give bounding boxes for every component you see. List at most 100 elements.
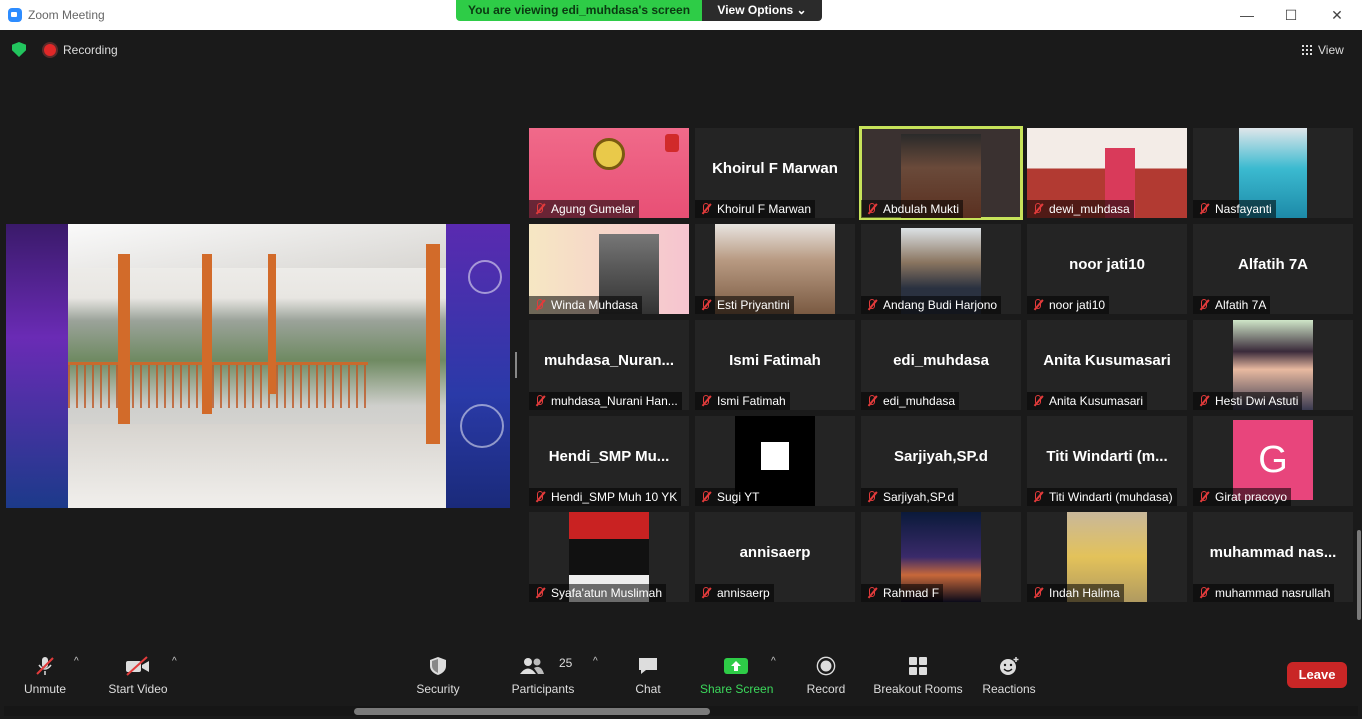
participant-display-name: muhammad nas... bbox=[1209, 544, 1337, 561]
share-screen-button[interactable]: Share Screen bbox=[700, 646, 773, 702]
participant-name-label: Anita Kusumasari bbox=[1027, 392, 1148, 410]
participant-name-label: Hendi_SMP Muh 10 YK bbox=[529, 488, 682, 506]
participant-name-label: Syafa'atun Muslimah bbox=[529, 584, 667, 602]
shared-screen-left-panel bbox=[6, 224, 68, 508]
participant-tile[interactable]: Indah Halima bbox=[1027, 512, 1187, 602]
participant-tile[interactable]: Ismi Fatimah Ismi Fatimah bbox=[695, 320, 855, 410]
participant-display-name: Titi Windarti (m... bbox=[1046, 448, 1168, 465]
participant-tile[interactable]: Khoirul F Marwan Khoirul F Marwan bbox=[695, 128, 855, 218]
participant-tile[interactable]: Agung Gumelar bbox=[529, 128, 689, 218]
participant-tile[interactable]: Sarjiyah,SP.d Sarjiyah,SP.d bbox=[861, 416, 1021, 506]
view-options-button[interactable]: View Options ⌄ bbox=[702, 0, 822, 21]
participant-tile[interactable]: annisaerp annisaerp bbox=[695, 512, 855, 602]
participant-tile[interactable]: noor jati10 noor jati10 bbox=[1027, 224, 1187, 314]
participant-name-label: Titi Windarti (muhdasa) bbox=[1027, 488, 1177, 506]
participant-name: Rahmad F bbox=[883, 586, 940, 600]
audio-options-caret[interactable]: ^ bbox=[74, 656, 79, 667]
shared-screen-pillar bbox=[426, 244, 440, 444]
participant-name: dewi_muhdasa bbox=[1049, 202, 1130, 216]
participant-tile[interactable]: Syafa'atun Muslimah bbox=[529, 512, 689, 602]
horizontal-scrollbar-thumb[interactable] bbox=[354, 708, 710, 715]
participant-name-label: Esti Priyantini bbox=[695, 296, 794, 314]
muted-mic-icon bbox=[36, 657, 54, 675]
participant-name: Khoirul F Marwan bbox=[717, 202, 812, 216]
participant-tile[interactable]: G Girat pracoyo bbox=[1193, 416, 1353, 506]
security-label: Security bbox=[416, 682, 460, 696]
maximize-icon[interactable]: ☐ bbox=[1282, 6, 1300, 24]
participant-display-name: Khoirul F Marwan bbox=[712, 160, 838, 177]
muted-mic-icon bbox=[1033, 491, 1042, 503]
record-button[interactable]: Record bbox=[802, 646, 850, 702]
participant-name: Alfatih 7A bbox=[1215, 298, 1267, 312]
participant-name: Titi Windarti (muhdasa) bbox=[1049, 490, 1173, 504]
decorative-ring bbox=[460, 404, 504, 448]
start-video-button[interactable]: Start Video bbox=[104, 646, 172, 702]
participants-options-caret[interactable]: ^ bbox=[593, 656, 598, 667]
participant-virtual-background-logo bbox=[593, 138, 625, 170]
viewing-screen-banner: You are viewing edi_muhdasa's screen bbox=[456, 0, 702, 21]
muted-mic-icon bbox=[1199, 203, 1208, 215]
breakout-rooms-label: Breakout Rooms bbox=[873, 682, 963, 696]
participant-tile[interactable]: dewi_muhdasa bbox=[1027, 128, 1187, 218]
close-icon[interactable]: ✕ bbox=[1328, 6, 1346, 24]
participant-tile[interactable]: Anita Kusumasari Anita Kusumasari bbox=[1027, 320, 1187, 410]
participant-tile[interactable]: Esti Priyantini bbox=[695, 224, 855, 314]
breakout-rooms-button[interactable]: Breakout Rooms bbox=[872, 646, 964, 702]
participant-tile[interactable]: Rahmad F bbox=[861, 512, 1021, 602]
participant-video-square bbox=[761, 442, 789, 470]
muted-mic-icon bbox=[701, 395, 710, 407]
muted-mic-icon bbox=[701, 203, 710, 215]
minimize-icon[interactable]: — bbox=[1238, 6, 1256, 24]
participant-display-name: muhdasa_Nuran... bbox=[543, 352, 675, 369]
participant-tile[interactable]: Alfatih 7A Alfatih 7A bbox=[1193, 224, 1353, 314]
participant-name: Sugi YT bbox=[717, 490, 760, 504]
participant-tile[interactable]: Winda Muhdasa bbox=[529, 224, 689, 314]
participant-tile[interactable]: muhammad nas... muhammad nasrullah bbox=[1193, 512, 1353, 602]
share-options-caret[interactable]: ^ bbox=[771, 656, 776, 667]
participant-name-label: Indah Halima bbox=[1027, 584, 1124, 602]
participant-name: muhammad nasrullah bbox=[1215, 586, 1331, 600]
participant-name: Abdulah Mukti bbox=[883, 202, 960, 216]
reactions-emoji-icon bbox=[1000, 657, 1019, 675]
participant-tile[interactable]: Hendi_SMP Mu... Hendi_SMP Muh 10 YK bbox=[529, 416, 689, 506]
panel-resize-handle[interactable] bbox=[515, 352, 517, 378]
muted-mic-icon bbox=[1033, 587, 1042, 599]
muted-mic-icon bbox=[701, 587, 710, 599]
vertical-scrollbar-thumb[interactable] bbox=[1357, 530, 1361, 620]
participants-label: Participants bbox=[511, 682, 575, 696]
participant-tile[interactable]: muhdasa_Nuran... muhdasa_Nurani Han... bbox=[529, 320, 689, 410]
chat-label: Chat bbox=[635, 682, 661, 696]
muted-mic-icon bbox=[867, 203, 876, 215]
participant-name-label: Sugi YT bbox=[695, 488, 764, 506]
chat-button[interactable]: Chat bbox=[626, 646, 670, 702]
participant-tile[interactable]: Sugi YT bbox=[695, 416, 855, 506]
muted-mic-icon bbox=[867, 587, 876, 599]
participant-tile[interactable]: edi_muhdasa edi_muhdasa bbox=[861, 320, 1021, 410]
video-options-caret[interactable]: ^ bbox=[172, 656, 177, 667]
participant-name: Indah Halima bbox=[1049, 586, 1120, 600]
chat-bubble-icon bbox=[639, 658, 657, 674]
participant-tile[interactable]: Abdulah Mukti bbox=[859, 126, 1023, 220]
participants-button[interactable]: 25 Participants bbox=[508, 646, 578, 702]
participant-name-label: Rahmad F bbox=[861, 584, 944, 602]
muted-mic-icon bbox=[535, 395, 544, 407]
muted-mic-icon bbox=[701, 299, 710, 311]
unmute-button[interactable]: Unmute bbox=[18, 646, 72, 702]
participant-tile[interactable]: Hesti Dwi Astuti bbox=[1193, 320, 1353, 410]
participant-name-label: Alfatih 7A bbox=[1193, 296, 1271, 314]
shared-screen[interactable] bbox=[6, 224, 510, 508]
participant-display-name: edi_muhdasa bbox=[893, 352, 989, 369]
participant-tile[interactable]: Nasfayanti bbox=[1193, 128, 1353, 218]
video-off-icon bbox=[126, 656, 149, 676]
participant-tile[interactable]: Andang Budi Harjono bbox=[861, 224, 1021, 314]
leave-button[interactable]: Leave bbox=[1287, 662, 1347, 688]
participant-tile[interactable]: Titi Windarti (m... Titi Windarti (muhdas… bbox=[1027, 416, 1187, 506]
participant-name-label: annisaerp bbox=[695, 584, 774, 602]
recording-label: Recording bbox=[63, 43, 118, 57]
reactions-button[interactable]: Reactions bbox=[980, 646, 1038, 702]
shield-icon[interactable] bbox=[12, 42, 26, 57]
record-icon bbox=[816, 656, 836, 676]
view-button[interactable]: View bbox=[1298, 39, 1350, 61]
shared-screen-right-panel bbox=[446, 224, 510, 508]
security-button[interactable]: Security bbox=[410, 646, 466, 702]
